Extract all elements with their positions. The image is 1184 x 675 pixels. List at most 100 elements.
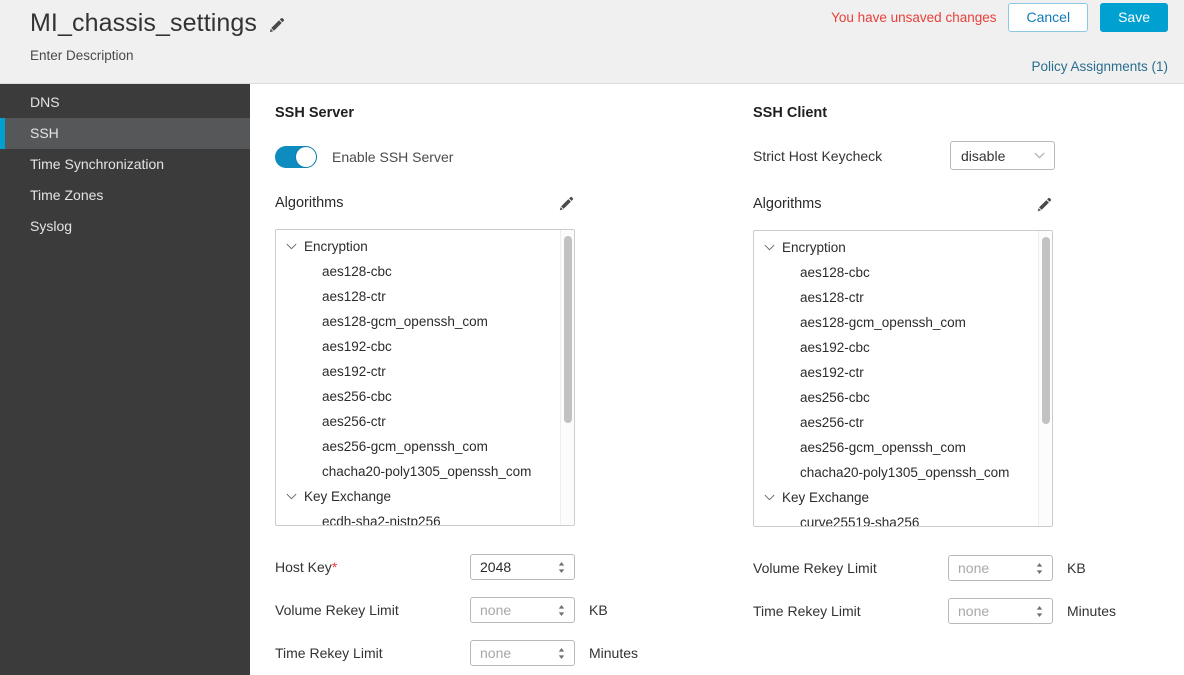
list-content: Encryption aes128-cbc aes128-ctr aes128-… — [754, 231, 1038, 526]
settings-sidebar: DNS SSH Time Synchronization Time Zones … — [0, 84, 250, 675]
unit-label: Minutes — [589, 645, 639, 661]
input-placeholder: none — [958, 560, 990, 576]
server-volume-rekey-limit-row: Volume Rekey Limit none KB — [275, 597, 608, 623]
sidebar-item-label: DNS — [30, 94, 60, 110]
list-group-encryption[interactable]: Encryption — [276, 234, 560, 259]
list-item[interactable]: aes192-cbc — [276, 334, 560, 359]
header-actions: You have unsaved changes Cancel Save — [831, 3, 1168, 32]
list-item[interactable]: aes256-gcm_openssh_com — [754, 435, 1038, 460]
body-wrapper: DNS SSH Time Synchronization Time Zones … — [0, 84, 1184, 675]
page-title: MI_chassis_settings — [30, 9, 257, 37]
toggle-knob — [296, 147, 316, 167]
client-volume-rekey-limit-row: Volume Rekey Limit none KB — [753, 555, 1086, 581]
unsaved-changes-message: You have unsaved changes — [831, 10, 997, 25]
strict-host-keycheck-select[interactable]: disable — [950, 141, 1055, 170]
edit-title-pencil-icon[interactable] — [268, 17, 285, 34]
host-key-row: Host Key* 2048 — [275, 554, 575, 580]
edit-server-algorithms-pencil-icon[interactable] — [558, 196, 575, 213]
chevron-down-icon — [286, 243, 297, 250]
enable-ssh-server-toggle[interactable] — [275, 146, 317, 168]
unit-label: Minutes — [1067, 603, 1117, 619]
list-item[interactable]: aes128-ctr — [276, 284, 560, 309]
list-item[interactable]: aes128-cbc — [754, 260, 1038, 285]
server-time-rekey-limit-row: Time Rekey Limit none Minutes — [275, 640, 638, 666]
list-group-encryption[interactable]: Encryption — [754, 235, 1038, 260]
list-item[interactable]: aes192-ctr — [276, 359, 560, 384]
scrollbar-thumb[interactable] — [1042, 237, 1050, 424]
server-time-rekey-limit-input[interactable]: none — [470, 640, 575, 666]
list-item[interactable]: chacha20-poly1305_openssh_com — [276, 459, 560, 484]
select-value: disable — [961, 147, 1006, 164]
list-group-key-exchange[interactable]: Key Exchange — [276, 484, 560, 509]
description-placeholder[interactable]: Enter Description — [30, 48, 134, 63]
required-indicator: * — [331, 559, 338, 575]
scrollbar-thumb[interactable] — [564, 236, 572, 423]
time-rekey-limit-label: Time Rekey Limit — [275, 645, 383, 661]
sidebar-item-time-synchronization[interactable]: Time Synchronization — [0, 149, 250, 180]
list-item[interactable]: aes256-cbc — [754, 385, 1038, 410]
vertical-scrollbar[interactable] — [1038, 231, 1052, 526]
stepper-arrows-icon[interactable] — [1035, 604, 1044, 619]
policy-assignments-link[interactable]: Policy Assignments (1) — [1031, 59, 1168, 74]
unit-label: KB — [589, 602, 608, 618]
stepper-arrows-icon[interactable] — [557, 646, 566, 661]
client-time-rekey-limit-row: Time Rekey Limit none Minutes — [753, 598, 1116, 624]
sidebar-item-label: Time Zones — [30, 187, 104, 203]
list-item[interactable]: aes256-ctr — [754, 410, 1038, 435]
stepper-arrows-icon[interactable] — [557, 603, 566, 618]
edit-client-algorithms-pencil-icon[interactable] — [1036, 197, 1053, 214]
chevron-down-icon — [764, 244, 775, 251]
stepper-arrows-icon[interactable] — [557, 560, 566, 575]
stepper-arrows-icon[interactable] — [1035, 561, 1044, 576]
list-item[interactable]: aes128-gcm_openssh_com — [276, 309, 560, 334]
ssh-server-algorithms-header: Algorithms — [275, 194, 575, 211]
input-placeholder: none — [958, 603, 990, 619]
algorithms-label: Algorithms — [753, 195, 822, 212]
chevron-down-icon — [764, 494, 775, 501]
cancel-button[interactable]: Cancel — [1008, 3, 1089, 32]
list-item[interactable]: aes256-ctr — [276, 409, 560, 434]
strict-host-keycheck-label: Strict Host Keycheck — [753, 147, 883, 164]
list-item[interactable]: chacha20-poly1305_openssh_com — [754, 460, 1038, 485]
list-item[interactable]: curve25519-sha256 — [754, 510, 1038, 526]
save-button[interactable]: Save — [1100, 3, 1168, 32]
list-item[interactable]: aes192-ctr — [754, 360, 1038, 385]
vertical-scrollbar[interactable] — [560, 230, 574, 525]
list-item[interactable]: aes128-ctr — [754, 285, 1038, 310]
host-key-value: 2048 — [480, 559, 512, 575]
volume-rekey-limit-label: Volume Rekey Limit — [753, 560, 877, 576]
group-label: Encryption — [782, 240, 846, 255]
page-header: MI_chassis_settings Enter Description Yo… — [0, 0, 1184, 84]
server-volume-rekey-limit-input[interactable]: none — [470, 597, 575, 623]
list-item[interactable]: aes256-gcm_openssh_com — [276, 434, 560, 459]
sidebar-item-syslog[interactable]: Syslog — [0, 211, 250, 242]
client-time-rekey-limit-input[interactable]: none — [948, 598, 1053, 624]
volume-rekey-limit-label: Volume Rekey Limit — [275, 602, 399, 618]
algorithms-label: Algorithms — [275, 194, 344, 211]
unit-label: KB — [1067, 560, 1086, 576]
list-item[interactable]: aes128-cbc — [276, 259, 560, 284]
client-volume-rekey-limit-input[interactable]: none — [948, 555, 1053, 581]
chevron-down-icon — [286, 493, 297, 500]
strict-host-keycheck-row: Strict Host Keycheck disable — [753, 141, 1055, 170]
input-placeholder: none — [480, 602, 512, 618]
time-rekey-limit-label: Time Rekey Limit — [753, 603, 861, 619]
title-row: MI_chassis_settings — [30, 8, 285, 38]
list-group-key-exchange[interactable]: Key Exchange — [754, 485, 1038, 510]
list-item[interactable]: ecdh-sha2-nistp256 — [276, 509, 560, 525]
group-label: Key Exchange — [782, 490, 870, 505]
chevron-down-icon — [1034, 152, 1045, 159]
sidebar-item-ssh[interactable]: SSH — [0, 118, 250, 149]
ssh-client-heading: SSH Client — [753, 105, 828, 121]
list-item[interactable]: aes192-cbc — [754, 335, 1038, 360]
sidebar-item-time-zones[interactable]: Time Zones — [0, 180, 250, 211]
enable-ssh-server-label: Enable SSH Server — [332, 149, 454, 165]
ssh-server-algorithms-list[interactable]: Encryption aes128-cbc aes128-ctr aes128-… — [275, 229, 575, 526]
ssh-client-algorithms-list[interactable]: Encryption aes128-cbc aes128-ctr aes128-… — [753, 230, 1053, 527]
list-item[interactable]: aes256-cbc — [276, 384, 560, 409]
list-item[interactable]: aes128-gcm_openssh_com — [754, 310, 1038, 335]
input-placeholder: none — [480, 645, 512, 661]
sidebar-item-dns[interactable]: DNS — [0, 87, 250, 118]
group-label: Encryption — [304, 239, 368, 254]
host-key-input[interactable]: 2048 — [470, 554, 575, 580]
